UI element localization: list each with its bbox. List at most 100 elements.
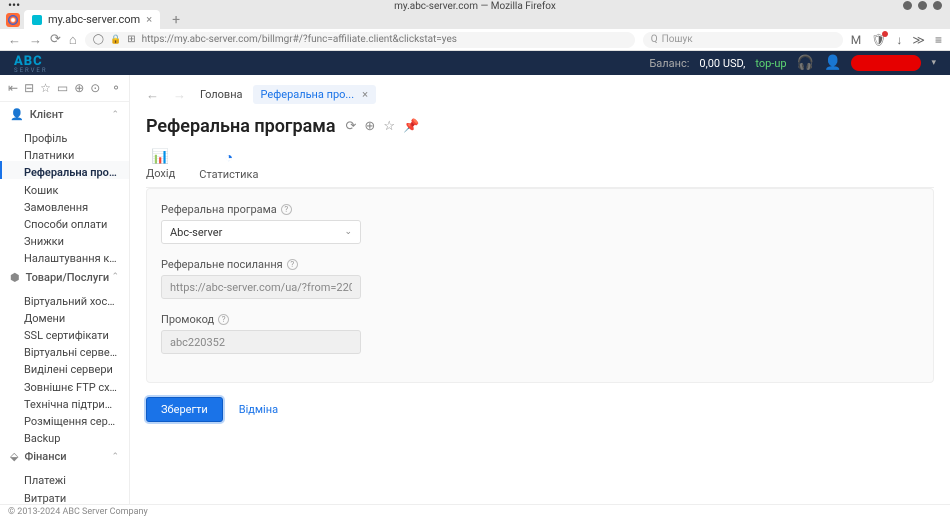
link-label: Реферальне посилання ? [161,258,919,271]
refresh-icon[interactable]: ⟳ [346,119,357,134]
save-button[interactable]: Зберегти [146,397,223,422]
back-button[interactable]: ← [8,32,21,48]
os-menu-dots[interactable]: ••• [8,0,20,12]
search-input[interactable]: Q Пошук [643,32,843,48]
promo-code-input[interactable] [161,330,361,354]
page-title: Реферальна програма [146,116,336,137]
pin-icon[interactable]: 📌 [403,119,419,134]
sidebar-item-domains[interactable]: Домени [0,307,129,324]
sidebar-item-payment-methods[interactable]: Способи оплати [0,213,129,230]
sidebar-section-finance[interactable]: ⬙Фінанси ⌃ [0,444,129,469]
chevron-down-icon[interactable]: ▾ [931,58,936,68]
browser-tab-bar: my.abc-server.com × + [0,10,950,29]
box-icon: ⬢ [10,271,20,284]
overflow-menu-icon[interactable]: ≫ [912,33,925,47]
window-control-min[interactable] [903,1,912,10]
sidebar-item-cart[interactable]: Кошик [0,179,129,196]
chevron-up-icon: ⌃ [111,452,119,462]
user-badge[interactable] [851,55,921,71]
program-label: Реферальна програма ? [161,203,919,216]
search-placeholder: Пошук [662,34,693,45]
sidebar-item-referral[interactable]: Реферальна програма [0,161,129,178]
footer: © 2013-2024 ABC Server Company [0,504,950,519]
breadcrumb-tab-referral[interactable]: Реферальна про... × [253,85,376,104]
sidebar-item-backup[interactable]: Backup [0,427,129,444]
browser-tab[interactable]: my.abc-server.com × [24,10,160,29]
sidebar-section-client[interactable]: 👤Клієнт ⌃ [0,102,129,127]
help-icon[interactable]: ? [218,314,229,325]
sidebar-item-ftp[interactable]: Зовнішнє FTP сховище [0,376,129,393]
user-icon[interactable]: 👤 [824,55,841,71]
nav-icon[interactable]: ⊟ [24,81,34,95]
breadcrumb-tab-close-icon[interactable]: × [362,88,368,101]
browser-url-bar: ← → ⟳ ⌂ ◯ 🔒 ⊞ https://my.abc-server.com/… [0,29,950,51]
tab-favicon [32,15,42,25]
tab-close-icon[interactable]: × [146,13,152,26]
window-title: my.abc-server.com — Mozilla Firefox [394,1,556,12]
window-control-close[interactable] [933,1,942,10]
sidebar-item-orders[interactable]: Замовлення [0,196,129,213]
support-icon[interactable]: 🎧 [797,55,814,71]
star-icon[interactable]: ☆ [40,81,51,95]
extension-icon: ⊞ [127,34,135,45]
forward-button[interactable]: → [29,32,42,48]
bell-icon[interactable]: 🛡 [871,33,886,47]
help-icon[interactable]: ? [281,204,292,215]
window-control-max[interactable] [918,1,927,10]
os-title-bar: ••• my.abc-server.com — Mozilla Firefox [0,0,950,10]
sidebar-item-hosting[interactable]: Віртуальний хостинг [0,290,129,307]
breadcrumb-home[interactable]: Головна [200,88,243,101]
sidebar-item-dedicated[interactable]: Виділені сервери [0,358,129,375]
program-select[interactable]: Abc-server ⌄ [161,220,361,244]
url-input[interactable]: ◯ 🔒 ⊞ https://my.abc-server.com/billmgr#… [85,32,635,48]
new-tab-button[interactable]: + [172,12,180,28]
balance-label: Баланс: [649,57,689,70]
sidebar-section-products[interactable]: ⬢Товари/Послуги ⌃ [0,265,129,290]
sidebar-item-colocation[interactable]: Розміщення сервера (Co... [0,410,129,427]
home-button[interactable]: ⌂ [69,32,77,48]
search-icon[interactable]: ⊙ [90,81,100,95]
person-icon: 👤 [10,108,24,121]
subtab-income[interactable]: 📊 Дохід [146,149,175,187]
chevron-up-icon: ⌃ [111,110,119,120]
plus-icon[interactable]: ⊕ [74,81,84,95]
balance-value: 0,00 USD, [699,57,745,70]
breadcrumb-back-icon[interactable]: ← [146,87,159,103]
lock-icon: 🔒 [110,35,121,45]
sidebar-item-profile[interactable]: Профіль [0,127,129,144]
referral-link-input[interactable] [161,275,361,299]
sidebar-item-expenses[interactable]: Витрати [0,487,129,504]
download-icon[interactable]: ↓ [896,33,902,47]
shield-icon: ◯ [93,34,104,45]
globe-icon[interactable]: ⊕ [364,119,375,134]
help-icon[interactable]: ? [287,259,298,270]
folder-icon[interactable]: ▭ [57,81,68,95]
star-action-icon[interactable]: ☆ [383,119,395,134]
logo[interactable]: ABC SERVER [14,54,48,73]
filter-icon[interactable]: ⚬ [111,81,121,95]
firefox-icon [6,13,20,27]
app-header: ABC SERVER Баланс: 0,00 USD, top-up 🎧 👤 … [0,51,950,75]
hamburger-icon[interactable]: ≡ [935,33,942,47]
sidebar-item-vps[interactable]: Віртуальні сервери [0,341,129,358]
form-panel: Реферальна програма ? Abc-server ⌄ Рефер… [146,188,934,383]
sidebar-item-payers[interactable]: Платники [0,144,129,161]
subtabs: 📊 Дохід ◔ Статистика [146,149,934,188]
cancel-link[interactable]: Відміна [239,403,278,416]
main-content: ← → Головна Реферальна про... × Рефераль… [130,75,950,504]
breadcrumb-forward-icon[interactable]: → [173,87,186,103]
sidebar-item-user-settings[interactable]: Налаштування користув... [0,247,129,264]
sidebar-item-payments[interactable]: Платежі [0,469,129,486]
reload-button[interactable]: ⟳ [50,32,61,47]
subtab-statistics[interactable]: ◔ Статистика [199,149,258,187]
sidebar-item-support[interactable]: Технічна підтримка [0,393,129,410]
collapse-icon[interactable]: ⇤ [8,81,18,95]
sidebar-item-ssl[interactable]: SSL сертифікати [0,324,129,341]
gmail-icon[interactable]: M [851,33,861,47]
topup-link[interactable]: top-up [755,57,786,70]
pie-icon: ◔ [225,149,233,166]
sidebar-item-discounts[interactable]: Знижки [0,230,129,247]
chevron-up-icon: ⌃ [111,272,119,282]
promo-label: Промокод ? [161,313,919,326]
search-icon: Q [651,34,658,45]
